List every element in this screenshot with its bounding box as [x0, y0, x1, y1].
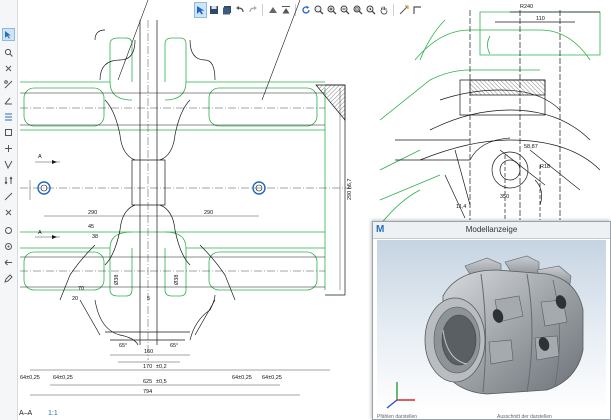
- circle-icon[interactable]: [2, 224, 15, 237]
- construction-geometry-left: [20, 37, 326, 297]
- dim-5: 5: [147, 296, 150, 302]
- model-view-titlebar[interactable]: M Modellanzeige: [373, 222, 610, 239]
- dim-65-right: 65°: [170, 343, 178, 349]
- dim-r18: R18: [540, 164, 550, 170]
- part-geometry-right: [395, 10, 601, 220]
- dim-64-d: 64±0,25: [262, 375, 282, 381]
- pen-icon[interactable]: [2, 272, 15, 285]
- dim-794: 794: [143, 389, 152, 395]
- dim-160: 160: [144, 349, 153, 355]
- zoom-icon[interactable]: [2, 46, 15, 59]
- sort-icon[interactable]: [2, 174, 15, 187]
- model-3d-viewport[interactable]: [377, 240, 606, 412]
- cut-icon[interactable]: [2, 78, 15, 91]
- footer-left-text: Pfählen darstellen: [377, 414, 418, 420]
- part-geometry-left: [20, 0, 346, 346]
- dim-64-c: 64±0,25: [232, 375, 252, 381]
- dim-65-left: 65°: [119, 343, 127, 349]
- scale-label: 1:1: [48, 410, 58, 417]
- mirror-icon[interactable]: [2, 158, 15, 171]
- dim-top-r240: R240: [520, 4, 533, 10]
- dim-58-87: 58,87: [524, 144, 538, 150]
- model-view-window[interactable]: M Modellanzeige Pfählen darstellen Aussc…: [372, 221, 611, 420]
- dim-dia-left: Ø38: [114, 275, 120, 285]
- dim-625-tolerance: ±0,5: [156, 379, 167, 385]
- dim-625: 625: [143, 379, 152, 385]
- dim-290-right: 290: [204, 210, 213, 216]
- model-view-footer: Pfählen darstellen Ausschnitt der darste…: [377, 414, 606, 420]
- line-icon[interactable]: [2, 190, 15, 203]
- dim-top-110: 110: [536, 16, 545, 22]
- dim-vertical-290: 290 h6,7: [347, 179, 353, 200]
- target-icon[interactable]: [2, 240, 15, 253]
- node-icon[interactable]: [2, 110, 15, 123]
- 3d-coupling-model: [386, 255, 584, 409]
- select-icon[interactable]: [2, 28, 15, 41]
- dim-64-b: 64±0,25: [53, 375, 73, 381]
- dim-290-left: 290: [88, 210, 97, 216]
- dim-70: 70: [78, 286, 84, 292]
- dim-dia-right: Ø38: [174, 275, 180, 285]
- section-label: A–A: [19, 410, 33, 417]
- dim-45: 45: [88, 224, 94, 230]
- dim-170-tolerance: ±0,2: [156, 364, 167, 370]
- arrow-left-icon[interactable]: [2, 256, 15, 269]
- box-icon[interactable]: [2, 142, 15, 155]
- construction-geometry-right: [379, 11, 601, 226]
- model-view-title: Modellanzeige: [465, 225, 518, 234]
- axis-triad-icon: [386, 382, 415, 409]
- dim-170: 170: [143, 364, 152, 370]
- section-arrows: [52, 160, 57, 239]
- dim-20: 20: [72, 296, 78, 302]
- dim-38: 38: [92, 234, 98, 240]
- section-label-a-left: A: [38, 154, 42, 160]
- left-toolbar: [0, 0, 18, 420]
- section-label-a-bottom: A: [38, 230, 42, 236]
- dim-64-a: 64±0,25: [20, 375, 40, 381]
- rotate-icon[interactable]: [2, 62, 15, 75]
- angle-icon[interactable]: [2, 94, 15, 107]
- dim-11-4: 11,4: [456, 204, 466, 210]
- footer-right-text: Ausschnitt der darstellen: [497, 414, 552, 420]
- cross-icon[interactable]: [2, 206, 15, 219]
- stack-icon[interactable]: [2, 126, 15, 139]
- dim-350: 350: [500, 194, 509, 200]
